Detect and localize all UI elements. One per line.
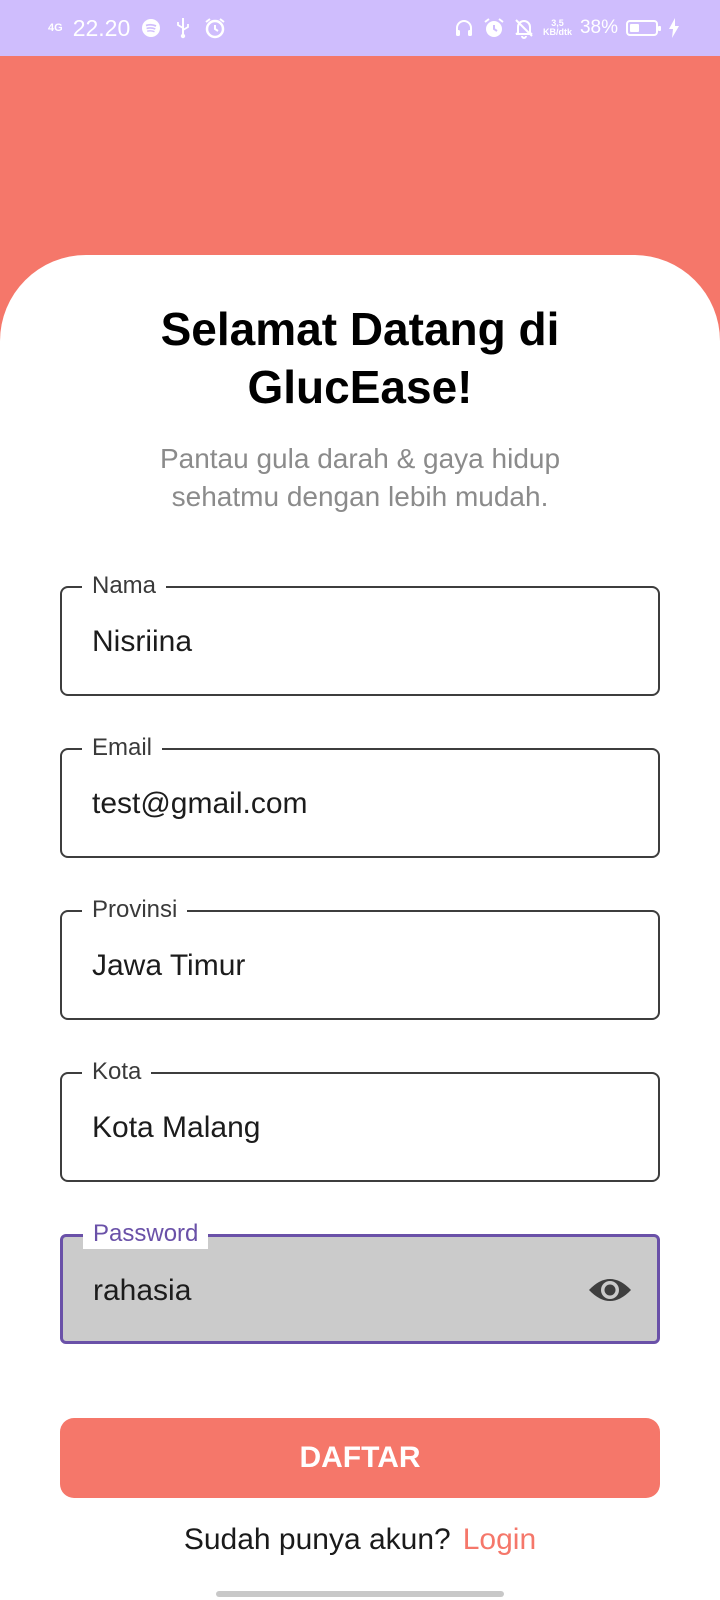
password-field[interactable]: Password rahasia — [60, 1219, 660, 1344]
status-left: 4G 22.20 — [48, 14, 226, 42]
register-button[interactable]: DAFTAR — [60, 1418, 660, 1498]
bell-off-icon — [513, 17, 535, 39]
speed-unit: KB/dtk — [542, 27, 572, 37]
status-time: 22.20 — [72, 14, 131, 41]
email-input[interactable]: test@gmail.com — [92, 786, 308, 822]
charging-icon — [668, 18, 680, 43]
login-link[interactable]: Login — [463, 1523, 536, 1556]
city-input[interactable]: Kota Malang — [92, 1110, 260, 1146]
name-label: Nama — [82, 571, 167, 601]
login-prompt-row: Sudah punya akun? Login — [0, 1518, 720, 1562]
spotify-icon — [140, 17, 162, 39]
email-label: Email — [82, 733, 163, 763]
page-title: Selamat Datang di GlucEase! — [160, 303, 560, 413]
home-indicator[interactable] — [216, 1591, 504, 1597]
province-field[interactable]: Provinsi Jawa Timur — [60, 895, 660, 1020]
password-label: Password — [83, 1219, 209, 1249]
alarm-icon — [483, 17, 505, 39]
password-input[interactable]: rahasia — [93, 1273, 191, 1309]
province-input[interactable]: Jawa Timur — [92, 948, 245, 984]
network-speed: 3,5 KB/dtk — [543, 19, 572, 37]
battery-percent: 38% — [579, 17, 618, 38]
headphones-icon — [453, 17, 475, 39]
eye-icon[interactable] — [587, 1270, 633, 1310]
email-field[interactable]: Email test@gmail.com — [60, 733, 660, 858]
page-subtitle: Pantau gula darah & gaya hidup sehatmu d… — [159, 443, 561, 512]
name-input[interactable]: Nisriina — [92, 624, 192, 660]
network-indicator: 4G — [48, 22, 63, 34]
alarm-icon — [204, 17, 226, 39]
usb-icon — [172, 17, 194, 39]
status-right: 3,5 KB/dtk 38% — [453, 14, 661, 42]
city-label: Kota — [82, 1057, 152, 1087]
battery-level — [630, 24, 639, 32]
province-label: Provinsi — [82, 895, 188, 925]
city-field[interactable]: Kota Kota Malang — [60, 1057, 660, 1182]
login-prompt: Sudah punya akun? — [183, 1523, 451, 1556]
status-bar: 4G 22.20 3,5 KB/dtk 38% — [0, 0, 720, 56]
battery-icon — [626, 20, 661, 36]
name-field[interactable]: Nama Nisriina — [60, 571, 660, 696]
